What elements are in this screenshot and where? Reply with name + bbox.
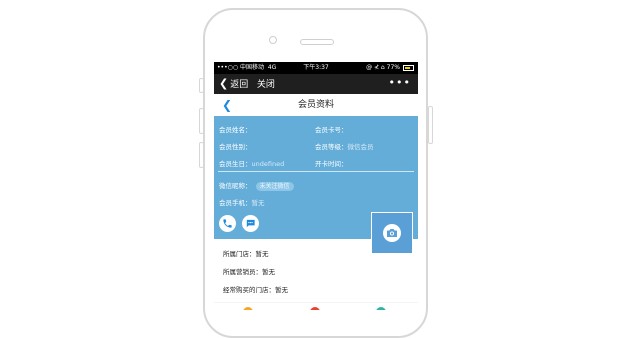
- mute-switch: [199, 78, 204, 93]
- phone-screen: •••○○ 中国移动 4G 下午3:37 @ ⊀ ⌂ 77% ❮ 返回 关闭 ••…: [214, 62, 418, 310]
- camera-fab-circle: [383, 224, 401, 242]
- more-menu-button[interactable]: •••: [389, 74, 411, 92]
- member-birthday-field: 会员生日：undefined: [219, 158, 284, 168]
- wechat-follow-badge[interactable]: 未关注微信: [255, 182, 294, 191]
- member-gender-label: 会员性别：: [219, 143, 252, 151]
- member-level-field: 会员等级：微信会员: [315, 141, 374, 151]
- member-card-number-field: 会员卡号：: [315, 124, 348, 134]
- volume-down-button: [199, 142, 204, 168]
- bottom-tab-bar: [214, 303, 418, 310]
- member-gender-field: 会员性别：: [219, 141, 252, 151]
- member-phone-field: 会员手机：暂无: [219, 197, 265, 207]
- member-birthday-label: 会员生日：: [219, 160, 252, 168]
- volume-up-button: [199, 108, 204, 134]
- member-phone-label: 会员手机：: [219, 199, 252, 207]
- member-name-label: 会员姓名：: [219, 126, 252, 134]
- chevron-left-icon: ❮: [219, 77, 229, 90]
- open-date-field: 开卡时间：: [315, 158, 348, 168]
- wechat-nickname-label: 微信昵称：: [219, 182, 252, 190]
- card-divider: [218, 171, 414, 172]
- power-button: [428, 106, 433, 144]
- status-icons: @ ⊀ ⌂ 77%: [366, 64, 400, 71]
- front-camera: [269, 36, 277, 44]
- store-row: 所属门店：暂无: [223, 250, 269, 258]
- wechat-nickname-field: 微信昵称： 未关注微信: [219, 180, 294, 191]
- page-title: 会员资料: [297, 100, 334, 110]
- title-bar: ❮ 会员资料: [214, 94, 418, 117]
- member-level-value: 微信会员: [347, 143, 374, 151]
- call-button[interactable]: [219, 215, 236, 232]
- phone-icon: [223, 219, 232, 228]
- battery-icon: [403, 65, 414, 71]
- close-button[interactable]: 关闭: [257, 80, 275, 90]
- member-name-field: 会员姓名：: [219, 124, 252, 134]
- back-label: 返回: [230, 80, 249, 90]
- member-birthday-value: undefined: [251, 160, 285, 168]
- back-button[interactable]: ❮ 返回 关闭: [219, 76, 275, 93]
- battery-fill: [405, 67, 411, 69]
- chat-icon: [246, 219, 255, 228]
- nav-bar: ❮ 返回 关闭 •••: [214, 74, 418, 94]
- camera-fab-button[interactable]: [371, 212, 413, 254]
- speaker-grille: [300, 39, 334, 45]
- salesperson-row: 所属营销员：暂无: [223, 268, 275, 276]
- open-date-label: 开卡时间：: [315, 160, 348, 168]
- member-card-number-label: 会员卡号：: [315, 126, 348, 134]
- status-bar: •••○○ 中国移动 4G 下午3:37 @ ⊀ ⌂ 77%: [214, 62, 418, 74]
- camera-icon: [387, 229, 397, 237]
- message-button[interactable]: [242, 215, 259, 232]
- member-phone-value: 暂无: [251, 199, 265, 207]
- member-level-label: 会员等级：: [315, 143, 348, 151]
- frequent-store-row: 经常购买的门店：暂无: [223, 286, 288, 294]
